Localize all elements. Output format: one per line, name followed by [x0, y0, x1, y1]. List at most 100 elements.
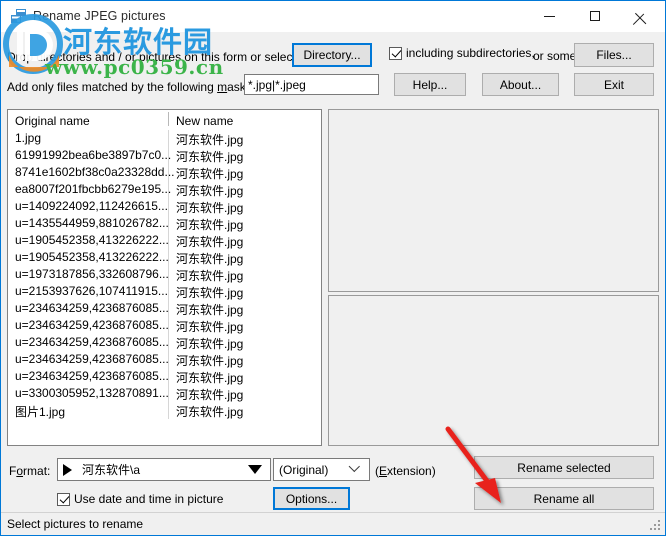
cell-new-name: 河东软件.jpg [176, 218, 244, 232]
window-title: Rename JPEG pictures [33, 9, 166, 23]
cell-new-name: 河东软件.jpg [176, 337, 244, 351]
cell-original-name: 图片1.jpg [15, 405, 66, 419]
table-row[interactable]: u=234634259,4236876085... 河东软件.jpg [8, 334, 321, 351]
directory-button[interactable]: Directory... [292, 43, 372, 67]
table-row[interactable]: u=1435544959,881026782... 河东软件.jpg [8, 215, 321, 232]
table-row[interactable]: u=234634259,4236876085... 河东软件.jpg [8, 368, 321, 385]
extension-combobox[interactable]: (Original) [273, 458, 370, 481]
title-bar: Rename JPEG pictures [1, 1, 665, 33]
cell-original-name: u=1905452358,413226222... [15, 233, 169, 247]
play-triangle-icon [63, 463, 72, 476]
table-row[interactable]: 图片1.jpg 河东软件.jpg [8, 402, 321, 419]
cell-new-name: 河东软件.jpg [176, 286, 244, 300]
file-list[interactable]: Original name New name 1.jpg 河东软件.jpg 6199… [7, 109, 322, 446]
preview-panel-bottom[interactable] [328, 295, 659, 446]
close-icon[interactable] [618, 1, 664, 31]
table-row[interactable]: u=1409224092,112426615... 河东软件.jpg [8, 198, 321, 215]
cell-original-name: u=2153937626,107411915... [15, 284, 168, 298]
table-row[interactable]: ea8007f201fbcbb6279e195... 河东软件.jpg [8, 181, 321, 198]
status-message: Select pictures to rename [7, 517, 144, 531]
rename-jpeg-pictures-window: Rename JPEG pictures Drop directories an… [0, 0, 666, 536]
table-row[interactable]: 1.jpg 河东软件.jpg [8, 130, 321, 147]
cell-original-name: u=3300305952,132870891... [15, 386, 169, 400]
chevron-down-icon[interactable] [248, 465, 262, 474]
table-row[interactable]: u=1905452358,413226222... 河东软件.jpg [8, 232, 321, 249]
cell-new-name: 河东软件.jpg [176, 133, 244, 147]
maximize-icon[interactable] [572, 1, 618, 31]
extension-label: (Extension) [375, 464, 436, 478]
use-date-time-label: Use date and time in picture [74, 492, 224, 506]
column-divider [168, 198, 169, 215]
table-row[interactable]: u=1905452358,413226222... 河东软件.jpg [8, 249, 321, 266]
cell-new-name: 河东软件.jpg [176, 354, 244, 368]
column-divider [168, 402, 169, 419]
table-row[interactable]: u=1973187856,332608796... 河东软件.jpg [8, 266, 321, 283]
status-bar: Select pictures to rename [1, 512, 665, 535]
cell-new-name: 河东软件.jpg [176, 388, 244, 402]
extension-value: (Original) [279, 462, 329, 477]
about-button[interactable]: About... [482, 73, 559, 96]
exit-button[interactable]: Exit [574, 73, 654, 96]
cell-new-name: 河东软件.jpg [176, 184, 244, 198]
cell-original-name: u=234634259,4236876085... [15, 335, 169, 349]
column-divider [168, 112, 169, 126]
cell-original-name: 1.jpg [15, 131, 42, 145]
cell-original-name: u=1435544959,881026782... [15, 216, 169, 230]
cell-original-name: ea8007f201fbcbb6279e195... [15, 182, 172, 196]
table-row[interactable]: 61991992bea6be3897b7c0... 河东软件.jpg [8, 147, 321, 164]
table-row[interactable]: u=234634259,4236876085... 河东软件.jpg [8, 300, 321, 317]
file-list-rows: 1.jpg 河东软件.jpg 61991992bea6be3897b7c0... 河东… [8, 130, 321, 419]
cell-new-name: 河东软件.jpg [176, 252, 244, 266]
checkbox-indicator [57, 492, 70, 506]
cell-original-name: u=234634259,4236876085... [15, 318, 169, 332]
table-row[interactable]: u=3300305952,132870891... 河东软件.jpg [8, 385, 321, 402]
or-some-label: or some [533, 49, 577, 63]
files-button[interactable]: Files... [574, 43, 654, 67]
format-combobox[interactable]: 河东软件\a [57, 458, 271, 481]
column-header-original-name[interactable]: Original name [15, 114, 90, 128]
column-divider [168, 283, 169, 300]
including-subdirectories-label: including subdirectories, [406, 46, 535, 60]
cell-new-name: 河东软件.jpg [176, 150, 244, 164]
cell-original-name: u=234634259,4236876085... [15, 352, 169, 366]
column-header-new-name[interactable]: New name [176, 114, 233, 128]
rename-all-button[interactable]: Rename all [474, 487, 654, 510]
format-value: 河东软件\a [82, 463, 141, 477]
options-button[interactable]: Options... [273, 487, 350, 510]
table-row[interactable]: u=234634259,4236876085... 河东软件.jpg [8, 317, 321, 334]
cell-new-name: 河东软件.jpg [176, 269, 244, 283]
cell-new-name: 河东软件.jpg [176, 320, 244, 334]
cell-new-name: 河东软件.jpg [176, 167, 244, 181]
cell-new-name: 河东软件.jpg [176, 303, 244, 317]
checkbox-indicator [389, 46, 402, 60]
preview-panel-top[interactable] [328, 109, 659, 292]
options-panel: Drop directories and / or pictures on th… [1, 32, 665, 101]
drop-hint-label: Drop directories and / or pictures on th… [7, 50, 306, 64]
column-divider [168, 130, 169, 147]
cell-new-name: 河东软件.jpg [176, 371, 244, 385]
cell-original-name: u=234634259,4236876085... [15, 301, 169, 315]
cell-original-name: u=1905452358,413226222... [15, 250, 169, 264]
use-date-time-checkbox[interactable]: Use date and time in picture [57, 492, 223, 506]
cell-new-name: 河东软件.jpg [176, 201, 244, 215]
cell-original-name: u=1973187856,332608796... [15, 267, 169, 281]
cell-new-name: 河东软件.jpg [176, 405, 244, 419]
file-list-header: Original name New name [8, 110, 321, 130]
table-row[interactable]: u=234634259,4236876085... 河东软件.jpg [8, 351, 321, 368]
cell-original-name: u=1409224092,112426615... [15, 199, 168, 213]
cell-original-name: u=234634259,4236876085... [15, 369, 169, 383]
minimize-icon[interactable] [526, 1, 572, 31]
including-subdirectories-checkbox[interactable]: including subdirectories, [389, 46, 535, 60]
table-row[interactable]: 8741e1602bf38c0a23328dd... 河东软件.jpg [8, 164, 321, 181]
table-row[interactable]: u=2153937626,107411915... 河东软件.jpg [8, 283, 321, 300]
cell-new-name: 河东软件.jpg [176, 235, 244, 249]
cell-original-name: 61991992bea6be3897b7c0... [15, 148, 172, 162]
mask-label: Add only files matched by the following … [7, 80, 266, 94]
help-button[interactable]: Help... [394, 73, 466, 96]
format-label: Format: [9, 464, 51, 478]
mask-input[interactable]: *.jpg|*.jpeg [244, 74, 379, 95]
resize-grip-icon[interactable] [650, 520, 662, 532]
cell-original-name: 8741e1602bf38c0a23328dd... [15, 165, 175, 179]
app-picture-icon [10, 8, 27, 25]
rename-selected-button[interactable]: Rename selected [474, 456, 654, 479]
